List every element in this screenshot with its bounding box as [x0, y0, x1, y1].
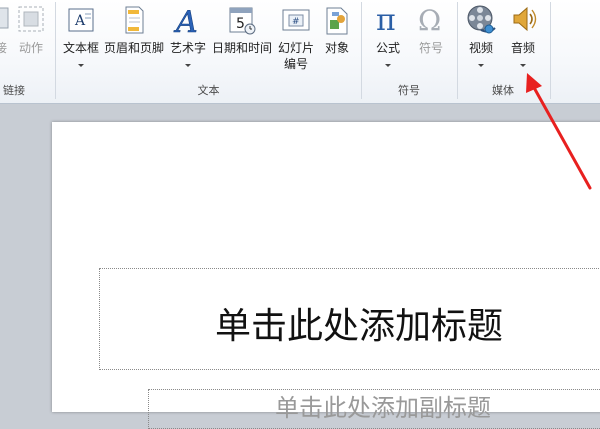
textbox-label: 文本框 [62, 41, 99, 55]
chevron-down-icon [385, 64, 391, 67]
object-button[interactable]: 对象 [318, 2, 356, 80]
slide-number-icon: # [282, 9, 310, 31]
date-time-button[interactable]: 5 日期和时间 [210, 2, 274, 80]
symbol-button[interactable]: Ω 符号 [410, 2, 452, 80]
hyperlink-icon [0, 7, 9, 29]
action-label: 动作 [18, 41, 43, 55]
object-label: 对象 [324, 41, 349, 55]
chevron-down-icon [78, 64, 84, 67]
textbox-button[interactable]: A 文本框 [60, 2, 102, 80]
symbol-group-label: 符号 [398, 84, 420, 97]
header-footer-icon [125, 6, 144, 34]
links-group-label: 链接 [3, 84, 25, 97]
subtitle-placeholder-text: 单击此处添加副标题 [275, 394, 491, 422]
omega-icon: Ω [418, 4, 441, 36]
ribbon: 接 动作 链接 A 文本框 页眉和页脚 A 艺术字 5 日期和时间 # 幻灯片 … [0, 0, 600, 104]
action-icon [18, 6, 44, 32]
header-footer-button[interactable]: 页眉和页脚 [103, 2, 165, 80]
group-separator [550, 2, 551, 99]
slide-number-button[interactable]: # 幻灯片 编号 [275, 2, 317, 80]
wordart-button[interactable]: A 艺术字 [166, 2, 210, 80]
object-icon [326, 7, 348, 35]
audio-button[interactable]: 音频 [503, 2, 543, 80]
wordart-icon: A [173, 5, 198, 36]
chevron-down-icon [185, 64, 191, 67]
equation-label: 公式 [375, 41, 400, 55]
media-group-label: 媒体 [492, 84, 514, 97]
subtitle-placeholder[interactable]: 单击此处添加副标题 [148, 389, 600, 429]
video-button[interactable]: 视频 [461, 2, 501, 80]
svg-text:5: 5 [236, 16, 245, 32]
svg-text:π: π [376, 4, 396, 36]
film-reel-icon [467, 5, 496, 34]
chevron-down-icon [520, 64, 526, 67]
action-button[interactable]: 动作 [14, 2, 48, 80]
pi-icon: π [376, 4, 396, 36]
date-time-label: 日期和时间 [211, 41, 272, 55]
wordart-label: 艺术字 [169, 41, 206, 55]
title-placeholder[interactable]: 单击此处添加标题 [99, 268, 600, 370]
text-group-label: 文本 [197, 84, 220, 97]
calendar-icon: 5 [229, 7, 256, 35]
svg-text:Ω: Ω [418, 4, 441, 36]
hyperlink-button[interactable]: 接 [0, 2, 12, 80]
symbol-label: 符号 [418, 41, 443, 55]
svg-text:A: A [74, 13, 86, 29]
header-footer-label: 页眉和页脚 [103, 41, 164, 55]
slide-number-label-line2: 编号 [283, 57, 308, 71]
speaker-icon [513, 6, 537, 32]
hyperlink-label: 接 [0, 41, 7, 55]
chevron-down-icon [478, 64, 484, 67]
title-placeholder-text: 单击此处添加标题 [214, 306, 503, 347]
audio-label: 音频 [510, 41, 535, 55]
svg-text:A: A [173, 5, 198, 36]
slide-number-label: 幻灯片 [277, 41, 314, 55]
video-label: 视频 [468, 41, 493, 55]
svg-text:#: # [292, 17, 300, 27]
equation-button[interactable]: π 公式 [367, 2, 409, 80]
textbox-icon: A [68, 8, 94, 32]
